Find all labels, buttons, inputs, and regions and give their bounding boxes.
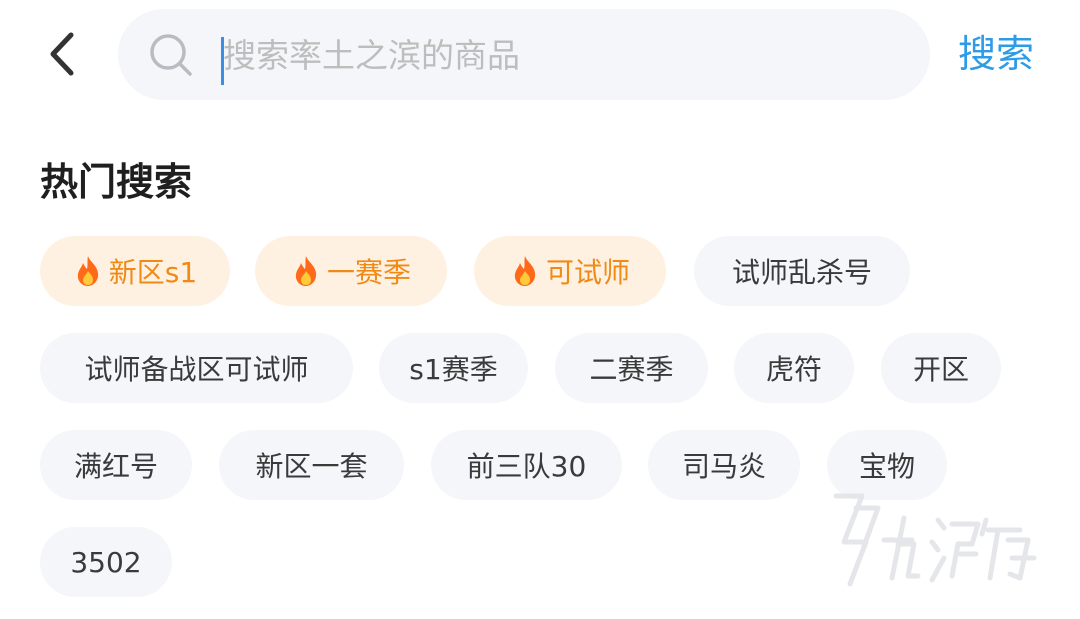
tag-label: s1赛季 xyxy=(409,353,498,386)
hot-search-title: 热门搜索 xyxy=(40,160,193,204)
tag-label: 前三队30 xyxy=(466,450,587,483)
fire-icon xyxy=(514,256,536,286)
tag-label: 可试师 xyxy=(545,256,630,289)
tag-label: 一赛季 xyxy=(326,256,411,289)
search-tag[interactable]: 试师乱杀号 xyxy=(694,236,910,306)
search-tag[interactable]: 新区一套 xyxy=(219,430,404,500)
hot-tag-2[interactable]: 可试师 xyxy=(474,236,666,306)
hot-tag-1[interactable]: 一赛季 xyxy=(255,236,447,306)
search-tag[interactable]: 二赛季 xyxy=(555,333,708,403)
fire-icon xyxy=(77,256,98,286)
tag-label: 宝物 xyxy=(858,450,915,483)
tag-label: 开区 xyxy=(912,353,969,386)
fire-icon xyxy=(295,256,317,286)
tag-label: 司马炎 xyxy=(681,450,766,483)
search-header: 搜索 xyxy=(0,0,1080,110)
search-icon xyxy=(150,34,192,76)
jiuyou-logo-icon xyxy=(833,493,1037,587)
tag-label: 试师乱杀号 xyxy=(731,256,872,289)
tag-label: 新区s1 xyxy=(108,256,198,289)
search-button[interactable]: 搜索 xyxy=(958,30,1034,78)
tag-label: 虎符 xyxy=(765,353,822,386)
search-tag[interactable]: 虎符 xyxy=(734,333,854,403)
search-tag[interactable]: s1赛季 xyxy=(379,333,528,403)
hot-tag-0[interactable]: 新区s1 xyxy=(40,236,230,306)
chevron-left-icon xyxy=(50,32,74,76)
tag-label: 试师备战区可试师 xyxy=(84,353,309,386)
search-input[interactable] xyxy=(223,27,903,83)
search-tag[interactable]: 满红号 xyxy=(40,430,192,500)
search-tag[interactable]: 开区 xyxy=(881,333,1001,403)
tag-label: 3502 xyxy=(70,545,142,579)
back-button[interactable] xyxy=(38,28,86,80)
tag-label: 二赛季 xyxy=(589,353,674,386)
search-bar[interactable] xyxy=(118,9,930,100)
search-tag[interactable]: 试师备战区可试师 xyxy=(40,333,353,403)
tag-label: 新区一套 xyxy=(255,450,368,483)
search-tag[interactable]: 3502 xyxy=(40,527,172,597)
search-tag[interactable]: 司马炎 xyxy=(648,430,800,500)
tag-label: 满红号 xyxy=(73,450,158,483)
search-tag[interactable]: 前三队30 xyxy=(431,430,622,500)
